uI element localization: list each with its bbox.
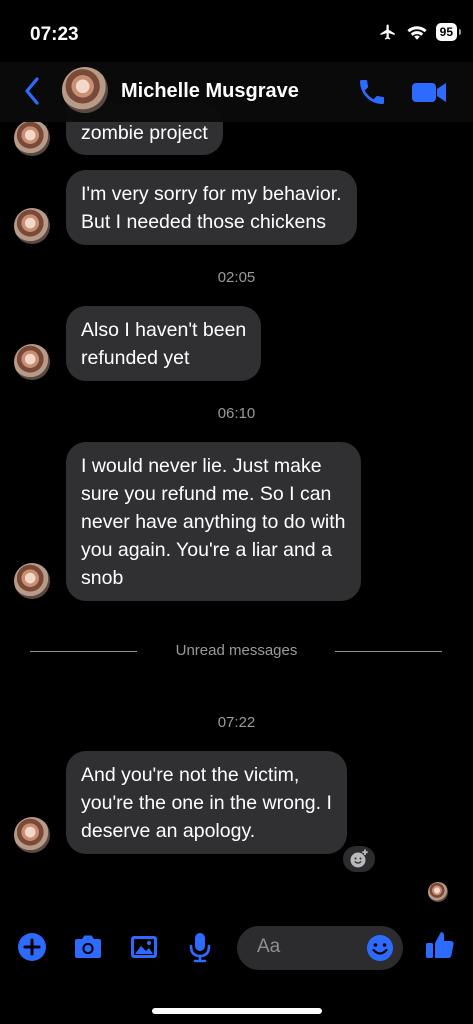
- message-bubble[interactable]: And you're not the victim, you're the on…: [66, 751, 347, 854]
- sender-avatar[interactable]: [14, 208, 50, 244]
- status-bar: 07:23 95: [0, 0, 473, 62]
- message-field[interactable]: [237, 926, 403, 970]
- conversation-header: Michelle Musgrave: [0, 62, 473, 122]
- contact-avatar[interactable]: [62, 67, 108, 113]
- add-reaction-button[interactable]: [341, 844, 377, 874]
- seen-receipt-avatar: [428, 882, 448, 902]
- contact-name[interactable]: Michelle Musgrave: [121, 80, 299, 103]
- emoji-icon[interactable]: [365, 933, 395, 963]
- sender-avatar[interactable]: [14, 120, 50, 156]
- message-timestamp: 07:22: [217, 714, 256, 731]
- sender-avatar[interactable]: [14, 817, 50, 853]
- message-bubble[interactable]: I'm very sorry for my behavior. But I ne…: [66, 170, 357, 245]
- sender-avatar[interactable]: [14, 344, 50, 380]
- plus-icon[interactable]: [15, 930, 49, 964]
- message-bubble[interactable]: I would never lie. Just make sure you re…: [66, 442, 361, 601]
- add-reaction-icon: [350, 849, 368, 868]
- gallery-image-icon[interactable]: [127, 930, 161, 964]
- divider-line: [335, 651, 442, 652]
- phone-call-icon[interactable]: [356, 76, 388, 108]
- battery-indicator: 95: [435, 23, 462, 41]
- airplane-mode-icon: [380, 24, 395, 40]
- status-time: 07:23: [30, 24, 79, 45]
- message-bubble[interactable]: Also I haven't been refunded yet: [66, 306, 262, 381]
- sender-avatar[interactable]: [14, 563, 50, 599]
- camera-icon[interactable]: [71, 930, 105, 964]
- message-timestamp: 02:05: [217, 269, 256, 286]
- microphone-icon[interactable]: [183, 930, 217, 964]
- status-icons: 95: [378, 23, 462, 41]
- message-input[interactable]: [257, 936, 357, 958]
- message-composer: [0, 920, 473, 980]
- thumbs-up-icon[interactable]: [423, 928, 457, 962]
- message-timestamp: 06:10: [217, 405, 256, 422]
- home-indicator: [152, 1008, 322, 1014]
- wifi-icon: [407, 26, 427, 40]
- back-arrow-icon[interactable]: [20, 74, 44, 108]
- video-call-icon[interactable]: [410, 78, 448, 106]
